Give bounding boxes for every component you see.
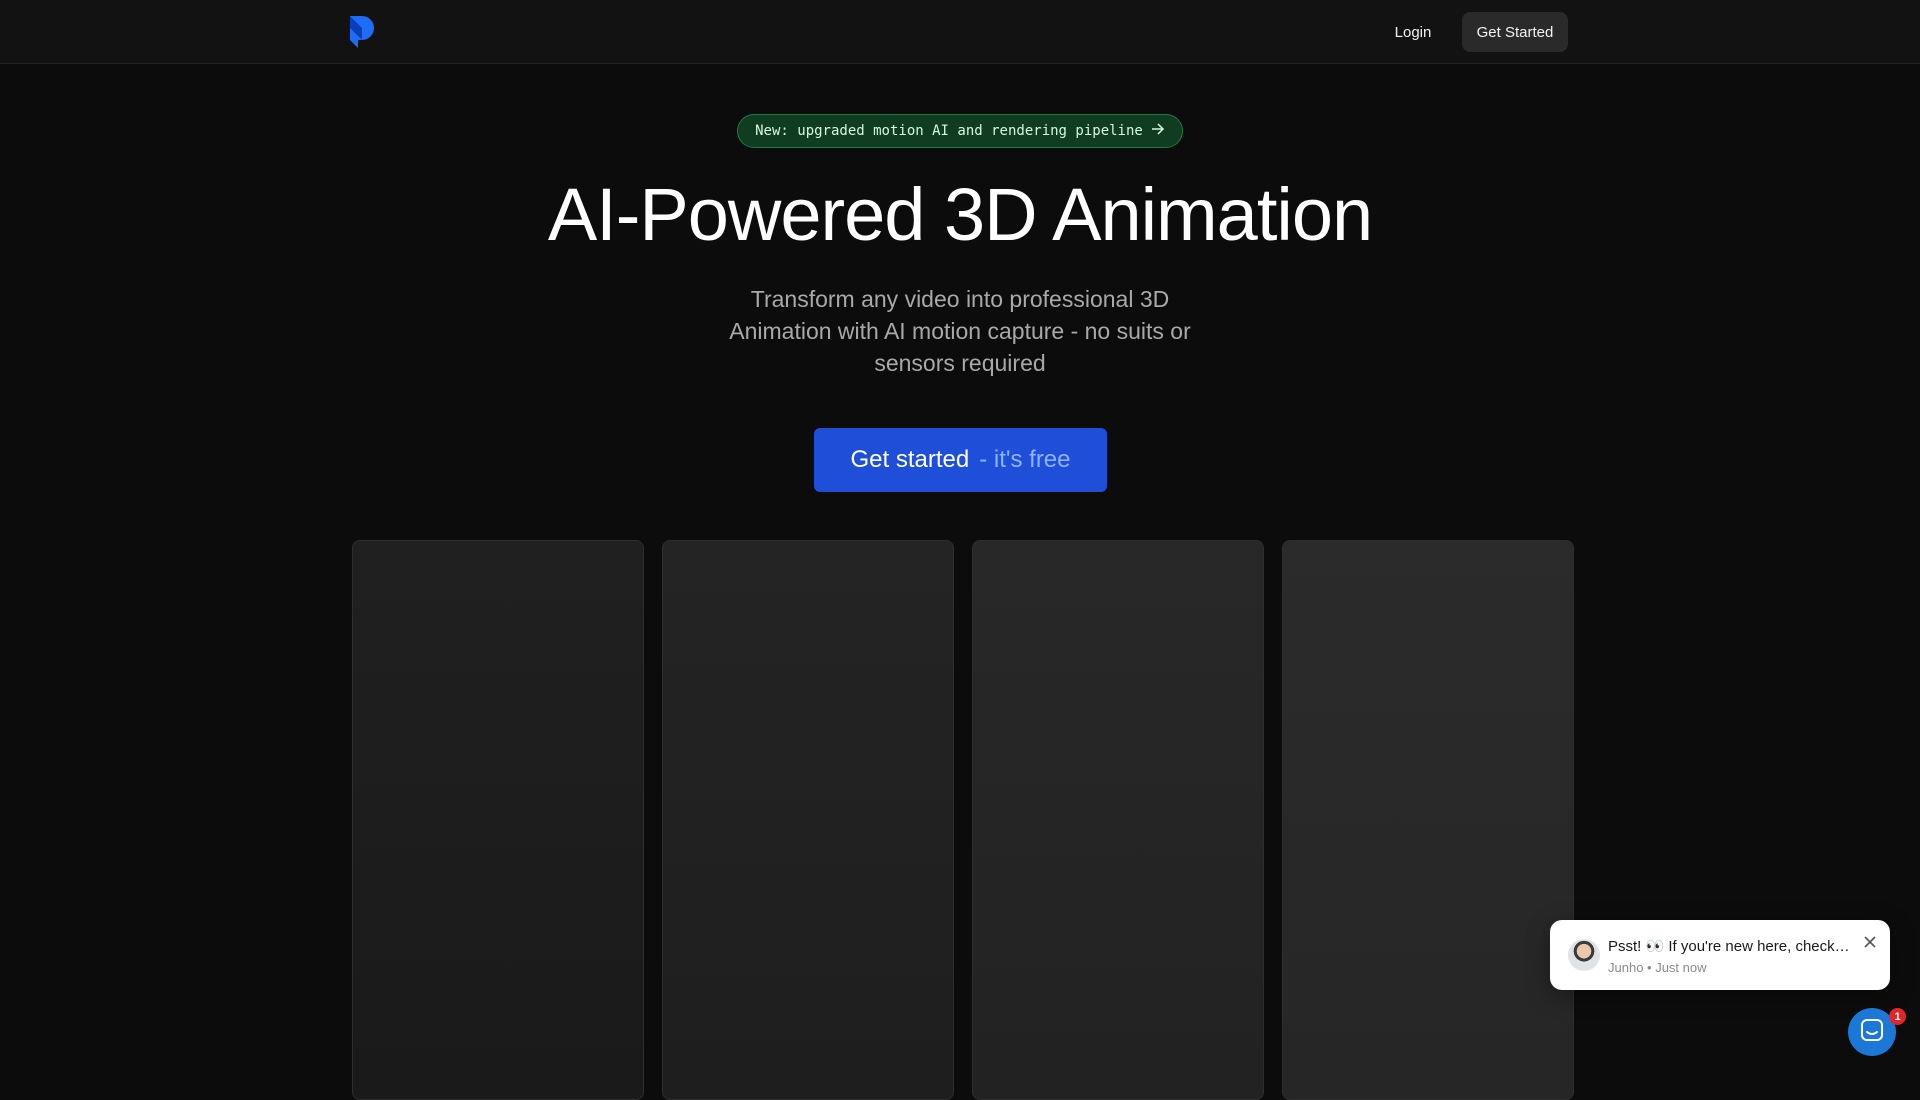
hero-subtitle: Transform any video into professional 3D… xyxy=(729,286,1191,376)
close-icon[interactable] xyxy=(1860,932,1880,952)
top-navigation-bar: Login Get Started xyxy=(0,0,1920,64)
showcase-card-1[interactable] xyxy=(352,540,644,1100)
chat-icon xyxy=(1860,1018,1884,1047)
chat-message-text: Psst! 👀 If you're new here, check out ou… xyxy=(1608,938,1852,955)
unread-count-badge: 1 xyxy=(1889,1008,1906,1025)
cta-main-label: Get started xyxy=(850,446,970,473)
announcement-pill[interactable]: New: upgraded motion AI and rendering pi… xyxy=(737,114,1183,148)
showcase-card-4[interactable] xyxy=(1282,540,1574,1100)
login-link[interactable]: Login xyxy=(1380,13,1446,51)
brand-logo-icon[interactable] xyxy=(348,14,376,50)
arrow-right-icon xyxy=(1151,123,1165,139)
hero-title: AI-Powered 3D Animation xyxy=(547,173,1373,256)
chat-message-popup[interactable]: Psst! 👀 If you're new here, check out ou… xyxy=(1550,920,1890,990)
get-started-nav-button[interactable]: Get Started xyxy=(1462,12,1568,52)
get-started-free-button[interactable]: Get started - it's free xyxy=(814,428,1107,492)
announcement-text: New: upgraded motion AI and rendering pi… xyxy=(755,123,1143,139)
avatar xyxy=(1568,939,1600,971)
cta-suffix-label: - it's free xyxy=(979,446,1071,473)
chat-message-meta: Junho • Just now xyxy=(1608,960,1707,975)
showcase-card-3[interactable] xyxy=(972,540,1264,1100)
showcase-card-2[interactable] xyxy=(662,540,954,1100)
